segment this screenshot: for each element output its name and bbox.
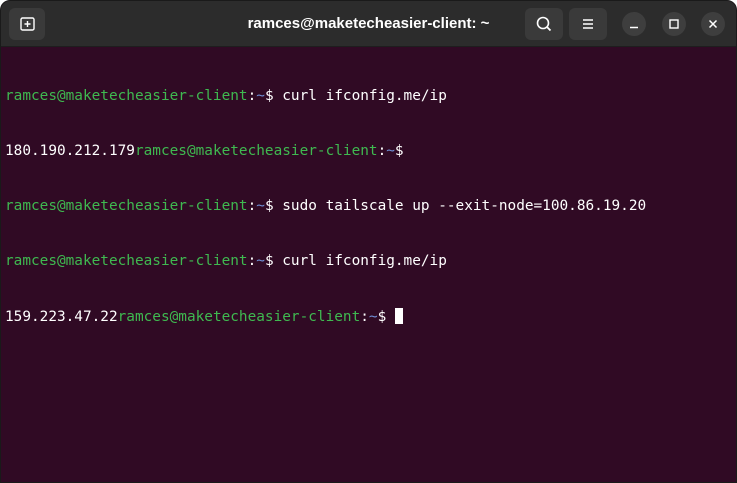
search-button[interactable] [525,8,563,40]
prompt-user: ramces@maketecheasier-client [134,143,378,160]
new-tab-icon [20,17,35,31]
prompt-path: ~ [256,253,265,270]
prompt-separator: : [247,253,257,270]
prompt-user: ramces@maketecheasier-client [5,198,248,215]
terminal-line: 159.223.47.22ramces@maketecheasier-clien… [5,307,736,326]
prompt-path: ~ [256,198,265,215]
maximize-icon [669,19,679,29]
command-output: 159.223.47.22 [5,308,118,325]
text-cursor [394,307,403,324]
prompt-separator: : [360,308,369,325]
terminal-line: ramces@maketecheasier-client:~$ curl ifc… [5,87,736,105]
command-output: 180.190.212.179 [5,143,135,160]
maximize-button[interactable] [662,12,686,36]
prompt-separator: : [377,143,387,160]
search-icon [536,16,552,32]
prompt-path: ~ [368,308,378,325]
terminal-line: 180.190.212.179ramces@maketecheasier-cli… [5,142,736,160]
close-icon [708,19,718,29]
terminal-output[interactable]: ramces@maketecheasier-client:~$ curl ifc… [1,47,736,482]
command-text: $ curl ifconfig.me/ip [264,87,447,104]
prompt-separator: : [247,87,257,104]
close-button[interactable] [701,12,725,36]
terminal-window: ramces@maketecheasier-client: ~ ramces@m… [0,0,737,483]
command-text: $ [394,143,404,160]
command-text: $ [377,308,395,325]
command-text: $ sudo tailscale up --exit-node=100.86.1… [264,198,647,215]
terminal-line: ramces@maketecheasier-client:~$ curl ifc… [5,252,736,270]
command-text: $ curl ifconfig.me/ip [264,253,447,270]
prompt-path: ~ [386,143,395,160]
new-tab-button[interactable] [9,8,45,40]
prompt-user: ramces@maketecheasier-client [117,308,361,325]
menu-button[interactable] [569,8,607,40]
hamburger-menu-icon [583,19,593,29]
title-bar[interactable]: ramces@maketecheasier-client: ~ [1,1,736,47]
prompt-path: ~ [256,87,265,104]
minimize-icon [630,26,638,29]
prompt-user: ramces@maketecheasier-client [5,87,248,104]
prompt-separator: : [247,198,257,215]
minimize-button[interactable] [622,12,646,36]
prompt-user: ramces@maketecheasier-client [5,253,248,270]
terminal-line: ramces@maketecheasier-client:~$ sudo tai… [5,197,736,215]
